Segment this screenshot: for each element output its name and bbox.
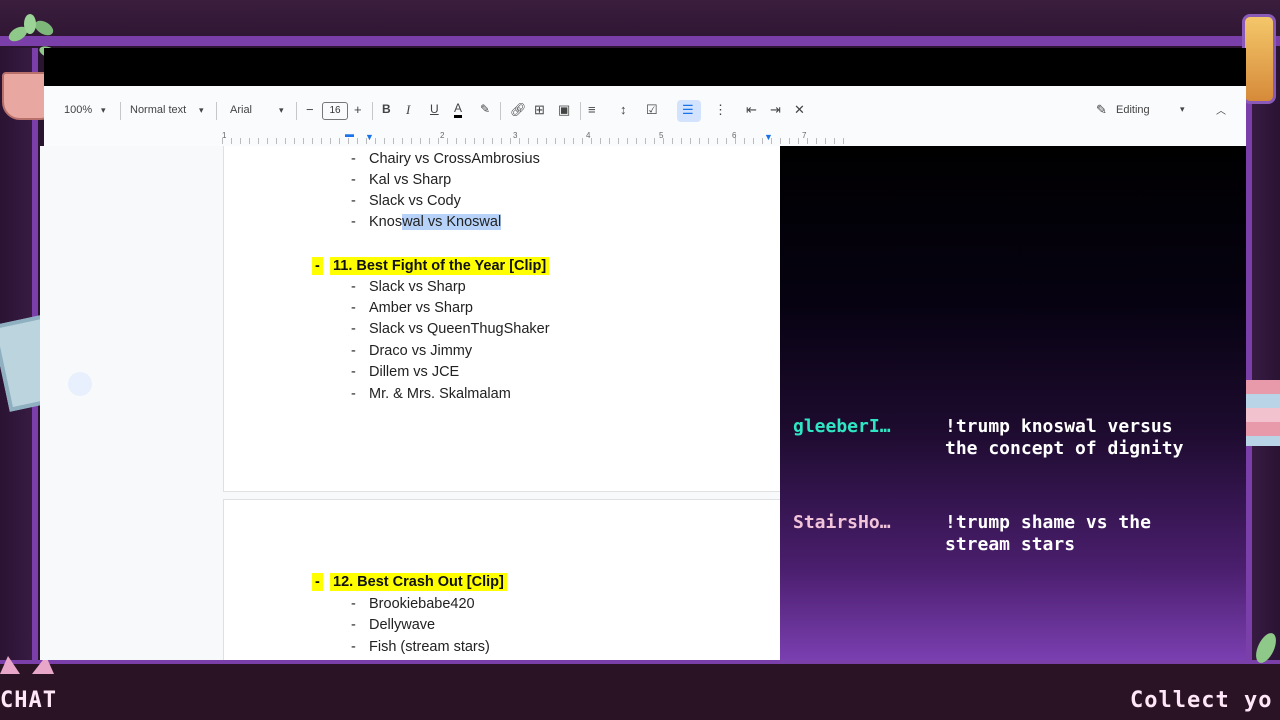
chevron-down-icon[interactable]: ▾ <box>199 105 204 116</box>
font-select[interactable]: Arial <box>230 104 252 116</box>
item-text-plain: Kno <box>369 214 395 230</box>
chat-message: !trump knoswal versus the concept of dig… <box>945 416 1184 459</box>
ticker-left: CHAT <box>0 688 57 713</box>
list-dash: - <box>351 214 356 230</box>
ruler-number: 2 <box>440 131 445 140</box>
list-dash: - <box>351 172 356 188</box>
increase-indent-icon[interactable]: ⇥ <box>770 102 781 118</box>
list-dash: - <box>351 193 356 209</box>
indent-marker[interactable]: ▼ <box>365 132 374 142</box>
list-item[interactable]: Dillem vs JCE <box>369 364 459 380</box>
editing-mode-button[interactable]: ✎ Editing ▾ <box>1094 100 1204 122</box>
item-text-cursor: s <box>394 214 403 230</box>
ruler-number: 3 <box>513 131 518 140</box>
section-heading[interactable]: 11. Best Fight of the Year [Clip] <box>330 257 550 275</box>
list-item[interactable]: Mr. & Mrs. Skalmalam <box>369 386 511 402</box>
image-icon[interactable]: ▣ <box>558 102 570 118</box>
list-item[interactable]: Fish (stream stars) <box>369 639 490 655</box>
list-dash: - <box>351 364 356 380</box>
ruler-number: 7 <box>802 131 807 140</box>
line-spacing-icon[interactable]: ↕ <box>620 102 627 117</box>
bullet-list-icon: ☰ <box>682 102 694 117</box>
heading-dash: - <box>312 573 323 591</box>
decrease-font-size-icon[interactable]: − <box>306 102 314 117</box>
list-dash: - <box>351 151 356 167</box>
chat-username: StairsHo… <box>793 512 891 533</box>
list-item[interactable]: Dellywave <box>369 617 435 633</box>
screen-top-bar <box>44 48 1246 86</box>
zoom-select[interactable]: 100% <box>64 104 92 116</box>
editing-label: Editing <box>1116 104 1150 116</box>
clear-formatting-icon[interactable]: ✕ <box>794 102 805 118</box>
list-item[interactable]: Brookiebabe420 <box>369 596 475 612</box>
list-item[interactable]: Kal vs Sharp <box>369 172 451 188</box>
leaf-icon <box>1256 633 1276 663</box>
chat-message: !trump shame vs the stream stars <box>945 512 1151 555</box>
selected-text: wal vs Knoswal <box>402 214 502 230</box>
chat-username: gleeberI… <box>793 416 891 437</box>
ruler-number: 4 <box>586 131 591 140</box>
list-item-selected[interactable]: Knoswal vs Knoswal <box>369 214 502 230</box>
lantern-icon <box>1242 14 1276 104</box>
list-dash: - <box>351 596 356 612</box>
list-dash: - <box>351 321 356 337</box>
collapse-toolbar-icon[interactable]: ︿ <box>1216 102 1226 117</box>
books-decoration <box>1246 380 1280 446</box>
overlay-top-frame <box>0 0 1280 48</box>
outline-toggle[interactable] <box>68 372 92 396</box>
list-dash: - <box>351 617 356 633</box>
decrease-indent-icon[interactable]: ⇤ <box>746 102 757 118</box>
comment-icon[interactable]: ⊞ <box>534 102 545 118</box>
align-icon[interactable]: ≡ <box>588 102 596 117</box>
text-color-icon[interactable]: A <box>454 102 463 118</box>
list-dash: - <box>351 386 356 402</box>
chevron-down-icon[interactable]: ▾ <box>101 105 106 116</box>
section-heading[interactable]: 12. Best Crash Out [Clip] <box>330 573 507 591</box>
pencil-icon: ✎ <box>1096 102 1107 117</box>
list-dash: - <box>351 279 356 295</box>
underline-icon[interactable]: U <box>430 102 439 116</box>
list-item[interactable]: Slack vs QueenThugShaker <box>369 321 550 337</box>
overlay-bottom-bar: CHAT Collect yo <box>0 660 1280 720</box>
indent-marker[interactable]: ▬ <box>345 129 354 139</box>
list-dash: - <box>351 639 356 655</box>
document-page[interactable]: - Chairy vs CrossAmbrosius - Kal vs Shar… <box>223 146 780 492</box>
italic-icon[interactable]: I <box>406 102 410 118</box>
document-page[interactable]: - 12. Best Crash Out [Clip] - Brookiebab… <box>223 499 780 660</box>
bold-icon[interactable]: B <box>382 102 391 116</box>
highlight-icon[interactable]: ✎ <box>480 102 490 116</box>
ruler: 1 2 3 4 5 6 7 ▬ ▼ ▼ <box>44 128 1246 147</box>
chevron-down-icon: ▾ <box>1180 104 1185 114</box>
list-dash: - <box>351 343 356 359</box>
ruler-number: 1 <box>222 131 227 140</box>
ruler-number: 6 <box>732 131 737 140</box>
heading-dash: - <box>312 257 323 275</box>
list-item[interactable]: Chairy vs CrossAmbrosius <box>369 151 540 167</box>
numbered-list-icon[interactable]: ⋮ <box>714 102 727 118</box>
list-item[interactable]: Slack vs Sharp <box>369 279 466 295</box>
font-size-input[interactable]: 16 <box>322 102 348 120</box>
list-dash: - <box>351 300 356 316</box>
increase-font-size-icon[interactable]: + <box>354 102 362 117</box>
ticker-right: Collect yo <box>1130 688 1273 713</box>
style-select[interactable]: Normal text <box>130 104 186 116</box>
ruler-number: 5 <box>659 131 664 140</box>
link-icon[interactable]: 🔗︎ <box>510 102 527 118</box>
list-item[interactable]: Slack vs Cody <box>369 193 461 209</box>
checklist-icon[interactable]: ☑ <box>646 102 658 118</box>
right-margin-marker[interactable]: ▼ <box>764 132 773 142</box>
document-canvas[interactable]: - Chairy vs CrossAmbrosius - Kal vs Shar… <box>40 146 780 660</box>
list-item[interactable]: Amber vs Sharp <box>369 300 473 316</box>
list-item[interactable]: Draco vs Jimmy <box>369 343 472 359</box>
overlay-right-frame <box>1246 48 1280 660</box>
chevron-down-icon[interactable]: ▾ <box>279 105 284 116</box>
stream-chat-panel: gleeberI… !trump knoswal versus the conc… <box>780 146 1246 660</box>
